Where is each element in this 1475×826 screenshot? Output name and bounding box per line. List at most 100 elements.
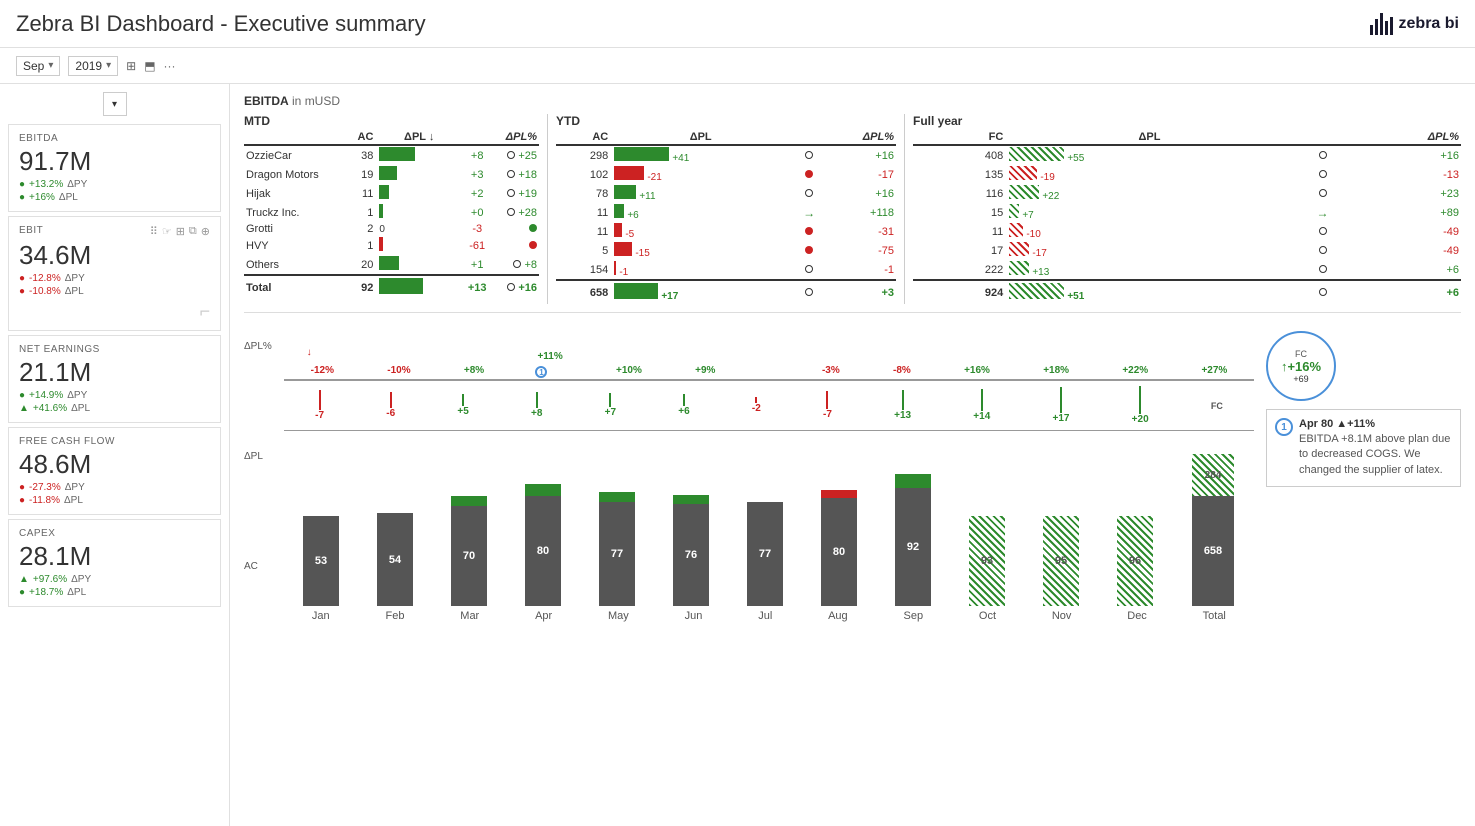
- table-row: 15 +7 → +89: [913, 203, 1461, 222]
- bar-body-mar: 70: [451, 506, 487, 606]
- row-ac: 92: [344, 275, 375, 299]
- row-bar: -19: [1005, 165, 1293, 184]
- kpi-capex-pl: ● +18.7% ΔPL: [19, 587, 210, 598]
- delta-aug: -7: [823, 391, 832, 420]
- copy-icon[interactable]: ⧉: [189, 225, 197, 238]
- row-bar: [375, 145, 463, 165]
- bar-overlay-may: [599, 492, 635, 502]
- arrow-down: ↓: [307, 347, 312, 358]
- bar-overlay-jun: [673, 495, 709, 504]
- row-ac: 11: [556, 222, 610, 241]
- row-bar: -5: [610, 222, 791, 241]
- row-pct: +18: [491, 165, 539, 184]
- bar-label-nov: 95: [1043, 516, 1079, 606]
- delta-jan: -7: [315, 390, 324, 421]
- row-dot: →: [1294, 203, 1352, 222]
- row-bar: 0: [375, 222, 463, 236]
- table-row: 78 +11 +16: [556, 184, 896, 203]
- kpi-net-earnings-label: Net earnings: [19, 344, 210, 355]
- delta-sep: +13: [894, 390, 911, 421]
- row-bar: -1: [610, 260, 791, 280]
- bar-overlay-aug: [821, 490, 857, 498]
- annotation-title: Apr 80 ▲+11%: [1299, 418, 1452, 430]
- bar-body-dec: 96: [1117, 516, 1153, 606]
- row-pct: -31: [827, 222, 896, 241]
- row-bar: [375, 165, 463, 184]
- ytd-section: YTD AC ΔPL ΔPL% 298 +41: [556, 114, 896, 304]
- pct-oct: +16%: [964, 365, 990, 376]
- table-row: 408 +55 +16: [913, 145, 1461, 165]
- row-ac: 38: [344, 145, 375, 165]
- y-axis: ΔPL% ΔPL AC: [244, 321, 284, 622]
- toolbar-icons: ⊞ ⬒ ···: [126, 59, 175, 73]
- month-label-nov: Nov: [1052, 610, 1072, 622]
- bar-body-feb: 54: [377, 513, 413, 606]
- pct-total: +27%: [1201, 365, 1227, 376]
- circle-icon: ●: [19, 286, 25, 297]
- chevron-down-icon: ▾: [48, 60, 53, 71]
- annotation-text: Apr 80 ▲+11% EBITDA +8.1M above plan due…: [1299, 418, 1452, 478]
- expand-button[interactable]: ▾: [103, 92, 127, 116]
- kpi-capex-value: 28.1M: [19, 541, 210, 572]
- row-pct: -49: [1351, 241, 1461, 260]
- year-selector[interactable]: 2019 ▾: [68, 56, 118, 76]
- monthly-bars-area: ↓ -12% -10% +8% 1 +11% +10% +9% -3%: [284, 321, 1254, 622]
- fy-col-bar: ΔPL: [1005, 130, 1293, 145]
- collapse-icon[interactable]: ⌐: [19, 301, 210, 322]
- kpi-ebitda-value: 91.7M: [19, 146, 210, 177]
- bar-body-oct: 93: [969, 516, 1005, 606]
- bar-nov: 95: [1038, 516, 1084, 606]
- row-bar: +51: [1005, 280, 1293, 304]
- y-axis-delta-label: ΔPL: [244, 451, 284, 462]
- row-bar: +17: [610, 280, 791, 304]
- mtd-section: MTD AC ΔPL ↓ ΔPL% OzzieCar: [244, 114, 539, 304]
- mtd-col-ac: AC: [344, 130, 375, 145]
- pct-apr: 1 +11%: [537, 351, 562, 376]
- row-pct: +3: [827, 280, 896, 304]
- kpi-capex-label: CAPEX: [19, 528, 210, 539]
- circle-icon: ●: [19, 273, 25, 284]
- ytd-col-ac: AC: [556, 130, 610, 145]
- row-delta: -61: [463, 236, 491, 255]
- circle-icon: ●: [19, 495, 25, 506]
- more-icon[interactable]: ···: [164, 59, 176, 73]
- kpi-fcf-pl: ● -11.8% ΔPL: [19, 495, 210, 506]
- table-row-total: 658 +17 +3: [556, 280, 896, 304]
- grid-icon[interactable]: ⊞: [176, 225, 185, 238]
- export-icon[interactable]: ⬒: [144, 59, 155, 73]
- row-ac: 102: [556, 165, 610, 184]
- month-selector[interactable]: Sep ▾: [16, 56, 60, 76]
- row-pct: [491, 236, 539, 255]
- pct-jan: ↓ -12%: [311, 365, 334, 376]
- kpi-ebitda: EBITDA 91.7M ● +13.2% ΔPY ● +16% ΔPL: [8, 124, 221, 212]
- row-bar: [375, 275, 463, 299]
- kpi-ebit-value: 34.6M: [19, 240, 210, 271]
- table-row: 5 -15 -75: [556, 241, 896, 260]
- fc-highlight: FC ↑+16% +69: [1266, 331, 1461, 401]
- row-fc: 222: [913, 260, 1005, 280]
- row-pct: -13: [1351, 165, 1461, 184]
- row-name: Grotti: [244, 222, 344, 236]
- bar-feb: 54: [372, 513, 418, 606]
- month-value: Sep: [23, 59, 44, 73]
- kpi-ebitda-py: ● +13.2% ΔPY: [19, 179, 210, 190]
- row-ac: 1: [344, 203, 375, 222]
- kpi-capex-py: ▲ +97.6% ΔPY: [19, 574, 210, 585]
- bar-jul: 77: [742, 502, 788, 606]
- row-pct: [491, 222, 539, 236]
- delta-oct: +14: [973, 389, 990, 422]
- mtd-col-pct: ΔPL%: [491, 130, 539, 145]
- filter-icon[interactable]: ⊞: [126, 59, 136, 73]
- row-dot: [791, 222, 827, 241]
- sidebar: ▾ EBITDA 91.7M ● +13.2% ΔPY ● +16% ΔPL E…: [0, 84, 230, 826]
- bar-overlay-apr: [525, 484, 561, 496]
- row-dot: [791, 241, 827, 260]
- kpi-ebit-pl: ● -10.8% ΔPL: [19, 286, 210, 297]
- row-fc: 17: [913, 241, 1005, 260]
- month-label-jan: Jan: [312, 610, 330, 622]
- pct-dec: +22%: [1122, 365, 1148, 376]
- kpi-ebit-icons: ⠿ ☞ ⊞ ⧉ ⊕: [150, 225, 210, 238]
- delta-may: +7: [605, 393, 616, 418]
- table-row: 222 +13 +6: [913, 260, 1461, 280]
- add-icon[interactable]: ⊕: [201, 225, 210, 238]
